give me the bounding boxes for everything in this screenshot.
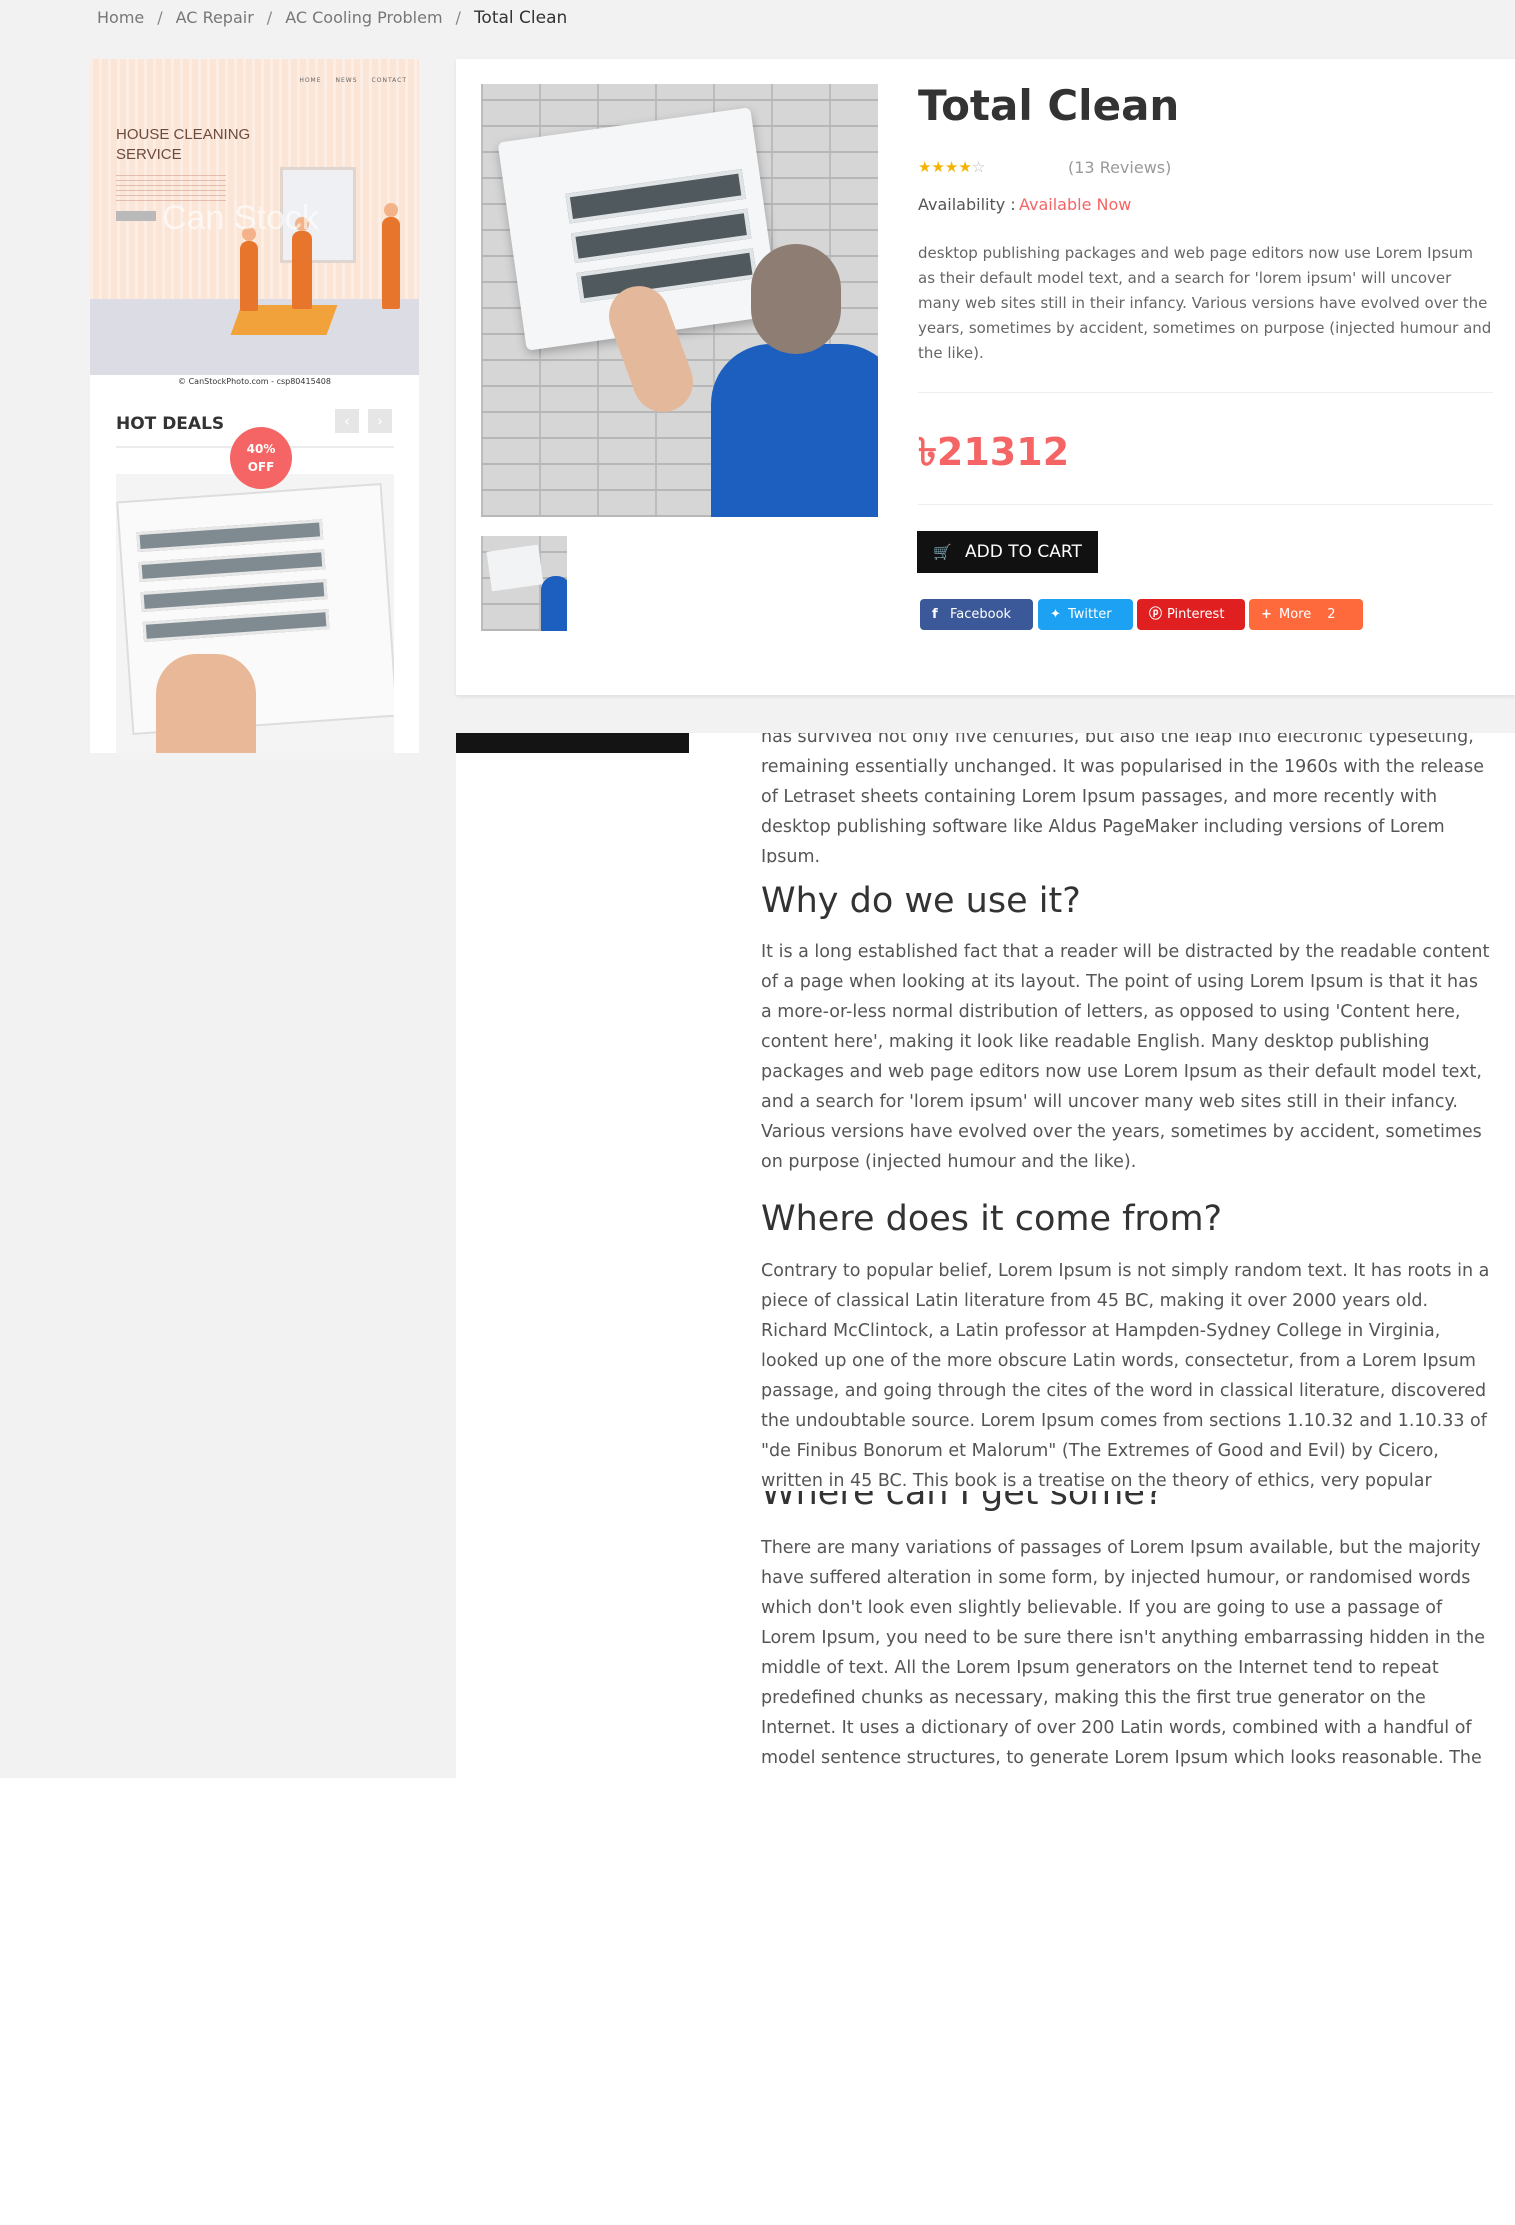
promo-banner[interactable]: HOME NEWS CONTACT HOUSE CLEANING SERVICE C… <box>90 59 419 375</box>
active-tab[interactable] <box>456 733 689 753</box>
promo-nav-contact: CONTACT <box>371 77 407 84</box>
ac-vent <box>142 609 330 642</box>
breadcrumb-separator: / <box>266 8 273 27</box>
discount-off: OFF <box>247 460 275 474</box>
breadcrumb-home[interactable]: Home <box>97 8 144 27</box>
ac-vent <box>138 549 326 583</box>
share-more-label: More <box>1279 607 1312 622</box>
divider <box>918 392 1493 393</box>
section-body: There are many variations of passages of… <box>761 1538 1485 1768</box>
breadcrumb-separator: / <box>455 8 461 27</box>
promo-button <box>116 211 156 221</box>
share-more-count: 2 <box>1327 607 1336 622</box>
discount-badge: 40% OFF <box>230 427 292 489</box>
product-panel: Total Clean ★★★★☆ (13 Reviews) Availabil… <box>456 59 1515 695</box>
share-twitter-button[interactable]: ✦ Twitter <box>1038 599 1133 630</box>
cleaner-figure <box>240 241 258 311</box>
hot-deals-next-button[interactable]: › <box>368 409 392 433</box>
pinterest-icon: ⓟ <box>1149 607 1163 622</box>
star-icon: ★ <box>944 158 959 176</box>
image-credit: © CanStockPhoto.com - csp80415408 <box>178 377 331 386</box>
share-twitter-label: Twitter <box>1068 607 1112 622</box>
promo-nav-home: HOME <box>299 77 322 84</box>
breadcrumb: Home / AC Repair / AC Cooling Problem / Total … <box>97 8 567 28</box>
product-main-image[interactable] <box>481 84 878 517</box>
divider <box>918 504 1493 505</box>
star-icon: ★ <box>931 158 945 176</box>
technician-body <box>711 344 878 517</box>
discount-percent: 40% <box>246 442 276 456</box>
section-heading: Where can I get some? <box>761 1491 1164 1513</box>
breadcrumb-separator: / <box>157 8 163 27</box>
add-to-cart-label: ADD TO CART <box>965 542 1082 562</box>
star-icon: ★ <box>958 158 972 176</box>
add-to-cart-button[interactable]: 🛒 ADD TO CART <box>917 531 1098 573</box>
promo-nav: HOME NEWS CONTACT <box>285 77 407 84</box>
breadcrumb-ac-repair[interactable]: AC Repair <box>176 8 254 27</box>
cart-icon: 🛒 <box>933 543 952 561</box>
plus-icon: + <box>1261 607 1272 622</box>
technician-illustration <box>541 576 567 631</box>
share-facebook-button[interactable]: f Facebook <box>920 599 1033 630</box>
rating-stars: ★★★★☆ <box>918 158 985 176</box>
section-heading: Where does it come from? <box>761 1199 1223 1239</box>
hand-illustration <box>156 654 256 753</box>
promo-nav-news: NEWS <box>335 77 358 84</box>
hot-deals-prev-button[interactable]: ‹ <box>335 409 359 433</box>
section-heading: Why do we use it? <box>761 881 1081 921</box>
cleaner-figure <box>382 217 400 309</box>
cleaner-figure <box>292 231 312 309</box>
technician-head <box>751 244 841 354</box>
share-facebook-label: Facebook <box>950 607 1012 622</box>
review-count[interactable]: (13 Reviews) <box>1068 158 1171 177</box>
ac-unit-illustration <box>486 544 544 592</box>
hot-deals-title: HOT DEALS <box>116 414 225 434</box>
availability-value: Available Now <box>1019 195 1132 214</box>
intro-clip: has survived not only five centuries, bu… <box>761 733 1491 863</box>
chevron-right-icon: › <box>377 412 383 430</box>
chevron-left-icon: ‹ <box>344 412 350 430</box>
product-description: desktop publishing packages and web page… <box>918 244 1492 362</box>
intro-paragraph: has survived not only five centuries, bu… <box>761 733 1485 863</box>
promo-title: HOUSE CLEANING SERVICE <box>116 126 251 163</box>
product-title: Total Clean <box>918 81 1180 130</box>
technician-illustration <box>711 244 878 517</box>
star-empty-icon: ☆ <box>971 158 986 176</box>
section-body: It is a long established fact that a rea… <box>761 942 1490 1172</box>
star-icon: ★ <box>918 158 932 176</box>
share-pinterest-label: Pinterest <box>1167 607 1225 622</box>
facebook-icon: f <box>932 607 938 622</box>
product-price: ৳21312 <box>918 430 1070 474</box>
ac-vent <box>140 579 328 613</box>
hot-deal-image[interactable] <box>116 474 394 753</box>
ac-vent <box>136 519 324 553</box>
breadcrumb-current: Total Clean <box>473 8 568 28</box>
product-thumbnail[interactable] <box>481 536 567 631</box>
section-body: Contrary to popular belief, Lorem Ipsum … <box>761 1261 1490 1491</box>
heading-clip: Where can I get some? <box>761 1491 1491 1519</box>
breadcrumb-ac-cooling-problem[interactable]: AC Cooling Problem <box>285 8 442 27</box>
share-more-button[interactable]: + More 2 <box>1249 599 1363 630</box>
cleaner-head <box>384 203 398 217</box>
twitter-icon: ✦ <box>1050 607 1061 622</box>
description-panel: has survived not only five centuries, bu… <box>456 733 1515 1778</box>
share-pinterest-button[interactable]: ⓟ Pinterest <box>1137 599 1245 630</box>
sidebar: HOME NEWS CONTACT HOUSE CLEANING SERVICE C… <box>90 59 419 753</box>
watermark: Can Stock <box>162 199 319 237</box>
availability-label: Availability : <box>918 195 1016 214</box>
